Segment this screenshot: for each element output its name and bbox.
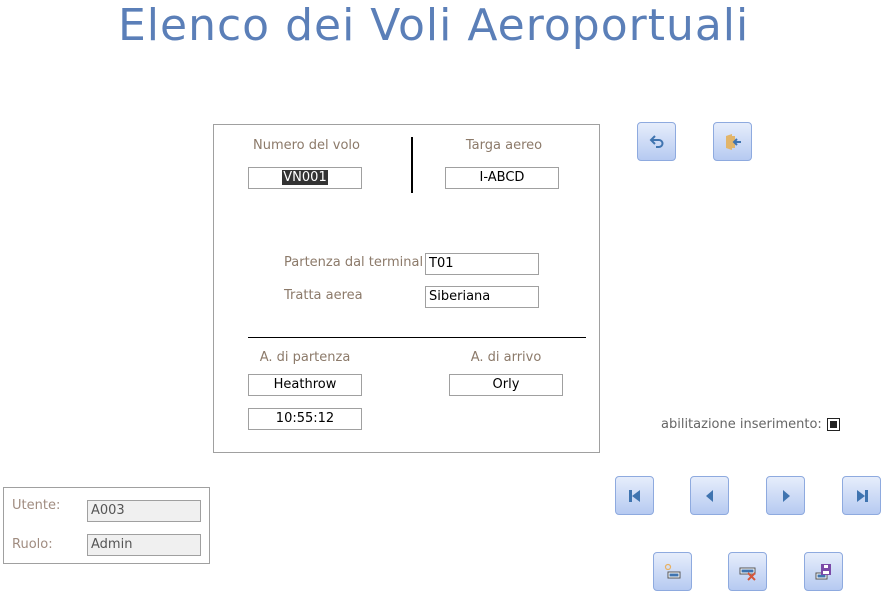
undo-button[interactable] xyxy=(637,122,676,161)
save-icon xyxy=(815,563,831,579)
ruolo-field: Admin xyxy=(87,534,201,556)
numero-label: Numero del volo xyxy=(253,138,360,153)
ruolo-label: Ruolo: xyxy=(12,537,53,552)
last-record-button[interactable] xyxy=(842,476,881,515)
numero-field[interactable]: VN001 xyxy=(248,167,362,189)
first-record-button[interactable] xyxy=(615,476,654,515)
user-info-panel: Utente: A003 Ruolo: Admin xyxy=(3,487,210,564)
terminal-field[interactable]: T01 xyxy=(425,253,539,275)
new-record-button[interactable] xyxy=(653,552,692,591)
insert-checkbox[interactable] xyxy=(826,418,840,431)
targa-label: Targa aereo xyxy=(465,138,543,153)
delete-record-button[interactable] xyxy=(728,552,767,591)
arrivo-label: A. di arrivo xyxy=(470,350,542,365)
next-icon xyxy=(782,489,790,502)
exit-door-icon xyxy=(725,133,741,150)
numero-value: VN001 xyxy=(282,170,328,185)
first-record-icon xyxy=(628,489,640,502)
orario-field[interactable]: 10:55:12 xyxy=(248,408,362,430)
undo-icon xyxy=(649,134,663,148)
utente-field: A003 xyxy=(87,500,201,522)
utente-label: Utente: xyxy=(12,498,61,513)
exit-button[interactable] xyxy=(713,122,752,161)
next-record-button[interactable] xyxy=(766,476,805,515)
delete-record-icon xyxy=(739,567,756,581)
divider xyxy=(411,137,413,193)
page-title: Elenco dei Voli Aeroportuali xyxy=(118,0,750,51)
targa-field[interactable]: I-ABCD xyxy=(445,167,559,189)
terminal-label: Partenza dal terminal xyxy=(284,255,424,270)
save-record-button[interactable] xyxy=(804,552,843,591)
partenza-label: A. di partenza xyxy=(259,350,351,365)
flight-form: Numero del volo VN001 Targa aereo I-ABCD… xyxy=(213,124,600,453)
partenza-field[interactable]: Heathrow xyxy=(248,374,362,396)
new-record-icon xyxy=(664,563,680,578)
tratta-field[interactable]: Siberiana xyxy=(425,286,539,308)
last-record-icon xyxy=(856,489,868,502)
tratta-label: Tratta aerea xyxy=(284,288,363,303)
previous-record-button[interactable] xyxy=(690,476,729,515)
arrivo-field[interactable]: Orly xyxy=(449,374,563,396)
divider xyxy=(248,337,586,338)
insert-toggle-label: abilitazione inserimento: xyxy=(661,417,822,432)
insert-toggle[interactable]: abilitazione inserimento: xyxy=(661,417,840,432)
previous-icon xyxy=(705,489,713,502)
